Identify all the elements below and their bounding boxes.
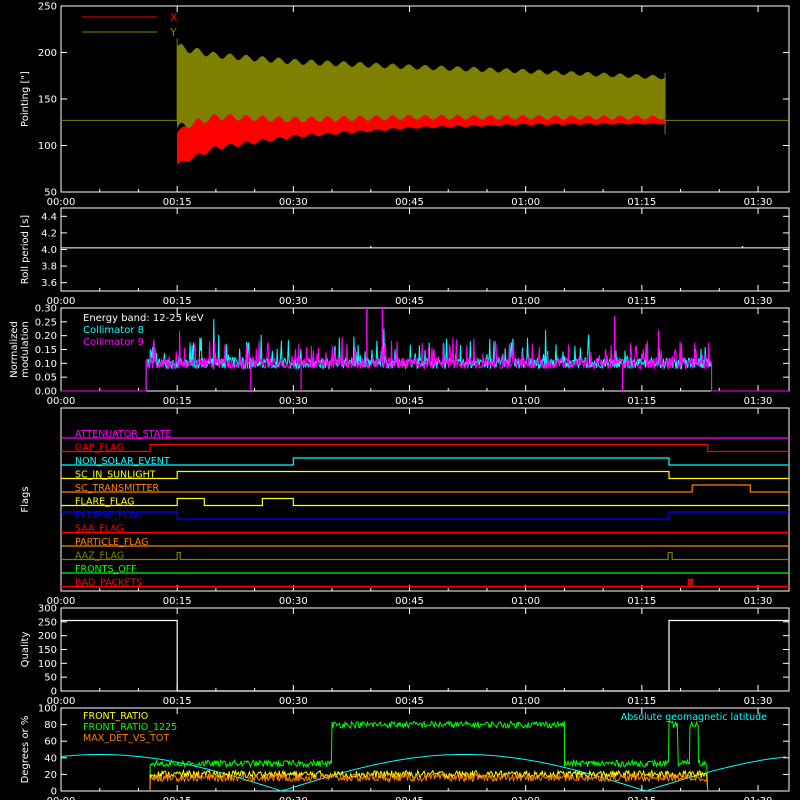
y-axis-label: Flags (20, 486, 31, 512)
x-tick-label: 00:45 (395, 596, 424, 607)
y-tick-label: 150 (38, 645, 57, 656)
y-tick-label: 50 (44, 673, 57, 684)
flag-label-aaz-flag: AAZ_FLAG (75, 551, 124, 562)
x-tick-label: 01:00 (511, 696, 540, 707)
legend-collimator-9: Collimator 9 (83, 337, 144, 348)
legend-front-ratio: FRONT_RATIO (83, 711, 148, 722)
x-tick-label: 01:00 (511, 396, 540, 407)
y-tick-label: 40 (44, 753, 57, 764)
y-tick-label: 200 (38, 631, 57, 642)
x-tick-label: 00:45 (395, 796, 424, 800)
y-tick-label: 250 (38, 617, 57, 628)
y-tick-label: 0.05 (35, 373, 57, 384)
x-tick-label: 00:15 (163, 696, 192, 707)
x-tick-label: 01:30 (744, 696, 773, 707)
flag-label-sc-in-sunlight: SC_IN_SUNLIGHT (75, 470, 156, 481)
y-axis-label: modulation (20, 321, 31, 378)
x-tick-label: 01:15 (627, 396, 656, 407)
x-tick-label: 00:15 (163, 296, 192, 307)
legend-front-ratio-1225: FRONT_RATIO_1225 (83, 722, 177, 733)
y-tick-label: 200 (38, 48, 57, 59)
x-tick-label: 00:00 (47, 396, 76, 407)
y-tick-label: 3.6 (41, 278, 57, 289)
y-tick-label: 20 (44, 770, 57, 781)
legend-max-det-vs-tot: MAX_DET_VS_TOT (83, 733, 169, 744)
x-tick-label: 01:00 (511, 197, 540, 208)
x-tick-label: 00:30 (279, 796, 308, 800)
y-tick-label: 0.00 (35, 387, 57, 398)
x-tick-label: 01:00 (511, 796, 540, 800)
legend-geomagnetic-latitude: Absolute geomagnetic latitude (621, 712, 767, 723)
y-axis-label: Roll period [s] (20, 215, 31, 284)
y-tick-label: 50 (44, 188, 57, 199)
roll-period-point (369, 246, 372, 248)
x-tick-label: 00:45 (395, 296, 424, 307)
x-tick-label: 00:00 (47, 197, 76, 208)
y-tick-label: 0 (51, 687, 57, 698)
y-tick-label: 0.30 (35, 304, 57, 315)
legend-label-y: Y (169, 26, 177, 39)
y-tick-label: 100 (38, 659, 57, 670)
y-tick-label: 0.15 (35, 345, 57, 356)
y-axis-label: Quality (20, 632, 31, 668)
rhessi-quicklook-figure: 00:00 00:15 00:30 00:45 01:00 01:15 01:30 Point… (0, 0, 800, 800)
y-tick-label: 0.25 (35, 317, 57, 328)
y-tick-label: 4.2 (41, 228, 57, 239)
flag-label-bad-packets: BAD_PACKETS (75, 578, 142, 589)
y-axis-label: Degrees or % (20, 716, 31, 784)
x-tick-label: 00:30 (279, 396, 308, 407)
x-tick-label: 01:15 (627, 696, 656, 707)
roll-period-point (741, 246, 744, 248)
y-tick-label: 60 (44, 737, 57, 748)
x-tick-label: 00:15 (163, 396, 192, 407)
energy-band-label: Energy band: 12-25 keV (83, 313, 204, 324)
x-tick-label: 01:30 (744, 596, 773, 607)
y-tick-label: 250 (38, 2, 57, 13)
flag-label-sc-transmitter: SC_TRANSMITTER (75, 483, 160, 494)
legend-label-x: X (170, 11, 178, 24)
x-tick-label: 01:15 (627, 197, 656, 208)
x-tick-label: 00:15 (163, 796, 192, 800)
flag-label-gap-flag: GAP_FLAG (75, 443, 124, 454)
y-tick-label: 4.4 (41, 212, 57, 223)
x-tick-label: 00:15 (163, 596, 192, 607)
x-tick-label: 01:00 (511, 296, 540, 307)
x-tick-label: 00:30 (279, 596, 308, 607)
y-tick-label: 100 (38, 141, 57, 152)
flag-label-flare-flag: FLARE_FLAG (75, 497, 135, 508)
y-tick-label: 0 (51, 787, 57, 798)
y-tick-label: 150 (38, 95, 57, 106)
x-tick-label: 01:15 (627, 296, 656, 307)
x-tick-label: 00:30 (279, 197, 308, 208)
y-tick-label: 100 (38, 704, 57, 715)
x-tick-label: 01:00 (511, 596, 540, 607)
x-tick-label: 00:45 (395, 396, 424, 407)
x-tick-label: 01:30 (744, 796, 773, 800)
y-tick-label: 300 (38, 604, 57, 615)
x-tick-label: 01:15 (627, 796, 656, 800)
flag-label-particle-flag: PARTICLE_FLAG (75, 537, 148, 548)
y-tick-label: 3.8 (41, 262, 57, 273)
y-tick-label: 80 (44, 720, 57, 731)
y-tick-label: 0.20 (35, 331, 57, 342)
x-tick-label: 00:15 (163, 197, 192, 208)
x-tick-label: 00:30 (279, 696, 308, 707)
x-tick-label: 00:45 (395, 696, 424, 707)
x-tick-label: 01:15 (627, 596, 656, 607)
x-tick-label: 01:30 (744, 296, 773, 307)
flag-label-saa-flag: SAA_FLAG (75, 524, 124, 535)
y-tick-label: 4.0 (41, 245, 57, 256)
x-tick-label: 01:30 (744, 396, 773, 407)
flag-label-eclipse-flag: ECLIPSE_FLAG (75, 510, 143, 521)
x-tick-label: 00:45 (395, 197, 424, 208)
flag-label-non-solar-event: NON_SOLAR_EVENT (75, 456, 170, 467)
x-tick-label: 01:30 (744, 197, 773, 208)
flag-label-fronts-off: FRONTS_OFF (75, 564, 137, 575)
y-axis-label: Pointing ["] (20, 71, 31, 127)
y-axis-label: Normalized (9, 321, 20, 378)
flag-label-attenuator-state: ATTENUATOR_STATE (75, 429, 171, 440)
y-tick-label: 0.10 (35, 359, 57, 370)
x-tick-label: 00:30 (279, 296, 308, 307)
legend-collimator-8: Collimator 8 (83, 325, 144, 336)
